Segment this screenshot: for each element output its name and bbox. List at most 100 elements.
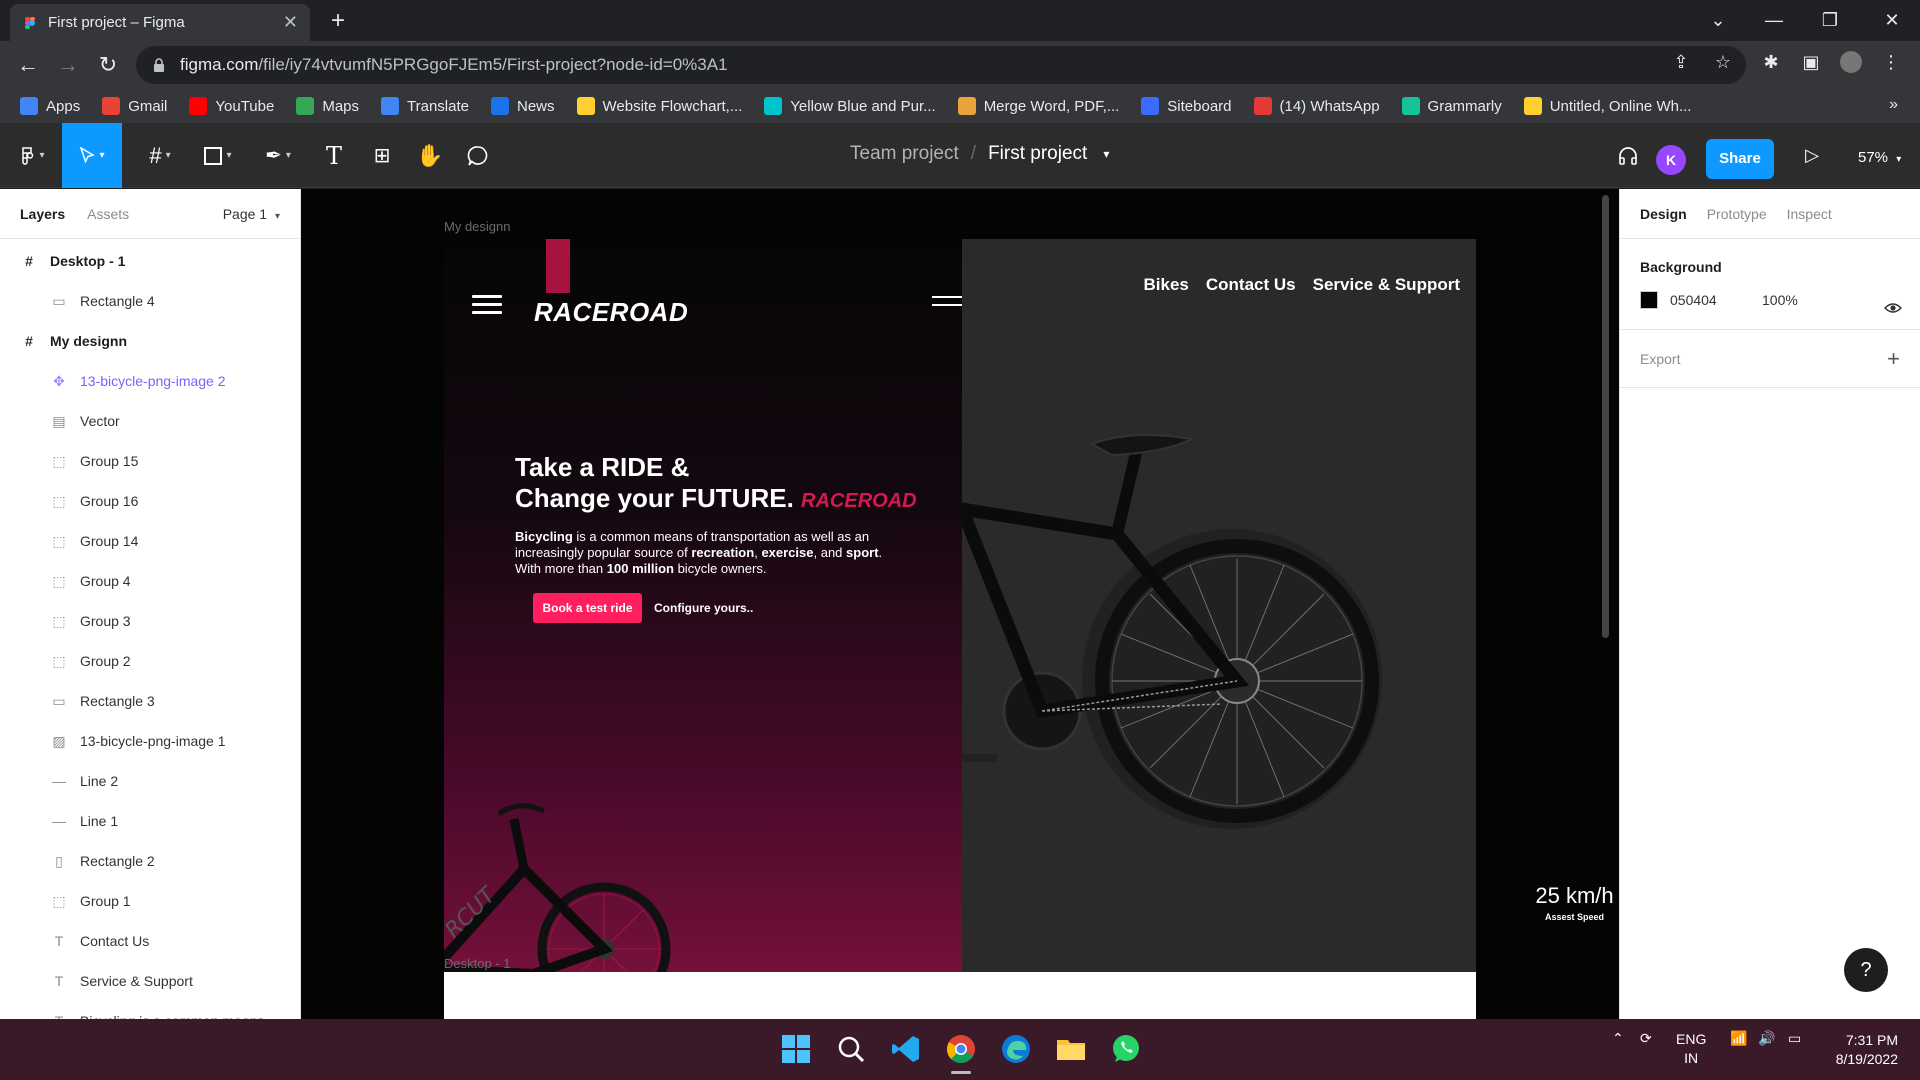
sync-icon[interactable]: ⟳	[1640, 1030, 1652, 1047]
eye-icon[interactable]	[1884, 301, 1902, 315]
reload-icon[interactable]: ↻	[94, 51, 122, 79]
bookmark-1[interactable]: Gmail	[102, 97, 167, 115]
minimize-button[interactable]: —	[1746, 0, 1802, 41]
background-opacity-input[interactable]: 100%	[1762, 292, 1798, 308]
search-icon[interactable]	[833, 1031, 869, 1067]
language-indicator[interactable]: ENG IN	[1676, 1030, 1706, 1068]
layer-row[interactable]: # My designn	[0, 321, 300, 361]
bookmark-2[interactable]: YouTube	[189, 97, 274, 115]
windows-start-icon[interactable]	[778, 1031, 814, 1067]
comment-tool-button[interactable]	[458, 123, 498, 188]
back-icon[interactable]: ←	[14, 51, 42, 79]
address-bar[interactable]: figma.com/file/iy74vtvumfN5PRGgoFJEm5/Fi…	[136, 46, 1746, 84]
bookmarks-overflow-button[interactable]: »	[1889, 96, 1898, 114]
layer-row[interactable]: T Service & Support	[0, 961, 300, 1001]
add-export-icon[interactable]: +	[1887, 346, 1900, 372]
layer-row[interactable]: ▨ 13-bicycle-png-image 1	[0, 721, 300, 761]
tab-layers[interactable]: Layers	[20, 206, 65, 222]
text-tool-button[interactable]: T	[314, 123, 354, 188]
chevron-down-icon[interactable]: ▾	[1103, 147, 1109, 161]
frame-label[interactable]: My designn	[444, 219, 510, 234]
team-name[interactable]: Team project	[850, 143, 959, 165]
shape-tool-button[interactable]: ▾	[194, 123, 242, 188]
bookmark-12[interactable]: Untitled, Online Wh...	[1523, 97, 1691, 115]
vscode-icon[interactable]	[888, 1031, 924, 1067]
background-hex-input[interactable]: 050404	[1670, 292, 1762, 308]
close-window-button[interactable]: ✕	[1864, 0, 1920, 41]
layer-row[interactable]: ▭ Rectangle 3	[0, 681, 300, 721]
tab-assets[interactable]: Assets	[87, 206, 129, 222]
audio-headphones-icon[interactable]	[1610, 123, 1646, 188]
project-name[interactable]: First project	[988, 143, 1087, 165]
whatsapp-icon[interactable]	[1108, 1031, 1144, 1067]
layer-row[interactable]: TBicycling is a common means...	[0, 1001, 300, 1019]
layer-row[interactable]: ⬚ Group 16	[0, 481, 300, 521]
pen-tool-button[interactable]: ✒ ▾	[254, 123, 302, 188]
help-button[interactable]: ?	[1844, 948, 1888, 992]
layer-row[interactable]: ⬚ Group 1	[0, 881, 300, 921]
bookmark-3[interactable]: Maps	[296, 97, 359, 115]
canvas-scrollbar[interactable]	[1602, 195, 1609, 638]
forward-icon[interactable]: →	[54, 51, 82, 79]
zoom-level[interactable]: 57% ▾	[1858, 149, 1901, 166]
page-selector[interactable]: Page 1 ▾	[223, 206, 280, 222]
layer-row[interactable]: ▯ Rectangle 2	[0, 841, 300, 881]
menu-kebab-icon[interactable]: ⋮	[1880, 51, 1902, 73]
layer-row[interactable]: ✥ 13-bicycle-png-image 2	[0, 361, 300, 401]
bookmark-6[interactable]: Website Flowchart,...	[576, 97, 742, 115]
tray-overflow-icon[interactable]: ⌃	[1612, 1030, 1624, 1047]
bookmark-8[interactable]: Merge Word, PDF,...	[957, 97, 1119, 115]
volume-icon[interactable]: 🔊	[1758, 1030, 1775, 1047]
side-panel-icon[interactable]: ▣	[1800, 51, 1822, 73]
share-button[interactable]: Share	[1706, 139, 1774, 179]
layer-row[interactable]: ⬚ Group 15	[0, 441, 300, 481]
new-tab-button[interactable]: +	[324, 8, 352, 36]
edge-icon[interactable]	[998, 1031, 1034, 1067]
hand-tool-button[interactable]: ✋	[410, 123, 450, 188]
bookmark-0[interactable]: Apps	[20, 97, 80, 115]
layer-row[interactable]: ⬚ Group 3	[0, 601, 300, 641]
tab-prototype[interactable]: Prototype	[1707, 206, 1767, 222]
bookmark-5[interactable]: News	[491, 97, 555, 115]
main-menu-button[interactable]: ▾	[6, 123, 58, 188]
resources-button[interactable]: ⊞	[362, 123, 402, 188]
layer-row[interactable]: — Line 2	[0, 761, 300, 801]
bookmark-10[interactable]: (14) WhatsApp	[1253, 97, 1380, 115]
layer-row[interactable]: ⬚ Group 4	[0, 561, 300, 601]
layer-row[interactable]: ▭ Rectangle 4	[0, 281, 300, 321]
design-frame[interactable]: RACEROAD Take a RIDE & Change your FUTUR…	[444, 239, 1614, 1019]
share-page-icon[interactable]: ⇪	[1670, 51, 1692, 73]
tab-search-icon[interactable]: ⌄	[1690, 0, 1746, 41]
browser-tab[interactable]: First project – Figma ✕	[10, 4, 310, 41]
file-explorer-icon[interactable]	[1053, 1031, 1089, 1067]
canvas[interactable]: My designn RACEROAD Take a RIDE & Change…	[301, 189, 1619, 1019]
layer-row[interactable]: ⬚ Group 2	[0, 641, 300, 681]
background-color-swatch[interactable]	[1640, 291, 1658, 309]
battery-icon[interactable]: ▭	[1788, 1030, 1801, 1047]
layer-row[interactable]: ⬚ Group 14	[0, 521, 300, 561]
layer-row[interactable]: — Line 1	[0, 801, 300, 841]
tab-design[interactable]: Design	[1640, 206, 1687, 222]
layer-row[interactable]: # Desktop - 1	[0, 241, 300, 281]
frame-tool-button[interactable]: # ▾	[136, 123, 184, 188]
user-avatar[interactable]: K	[1656, 145, 1686, 175]
system-clock[interactable]: 7:31 PM 8/19/2022	[1828, 1031, 1898, 1069]
tab-inspect[interactable]: Inspect	[1787, 206, 1832, 222]
frame-label-desktop[interactable]: Desktop - 1	[444, 956, 510, 971]
restore-button[interactable]: ❐	[1802, 0, 1858, 41]
layer-row[interactable]: T Contact Us	[0, 921, 300, 961]
extensions-icon[interactable]: ✱	[1760, 51, 1782, 73]
bookmark-7[interactable]: Yellow Blue and Pur...	[764, 97, 936, 115]
bookmark-11[interactable]: Grammarly	[1401, 97, 1502, 115]
move-tool-button[interactable]: ▾	[62, 123, 122, 188]
bookmark-9[interactable]: Siteboard	[1141, 97, 1232, 115]
close-tab-icon[interactable]: ✕	[283, 12, 298, 33]
present-play-button[interactable]: ▷	[1792, 123, 1832, 188]
layer-row[interactable]: ▤ Vector	[0, 401, 300, 441]
wifi-icon[interactable]: 📶	[1730, 1030, 1747, 1047]
desktop-frame[interactable]	[444, 972, 1476, 1019]
bookmark-star-icon[interactable]: ☆	[1712, 51, 1734, 73]
chrome-icon[interactable]	[943, 1031, 979, 1067]
profile-avatar[interactable]	[1840, 51, 1862, 73]
bookmark-4[interactable]: Translate	[381, 97, 469, 115]
